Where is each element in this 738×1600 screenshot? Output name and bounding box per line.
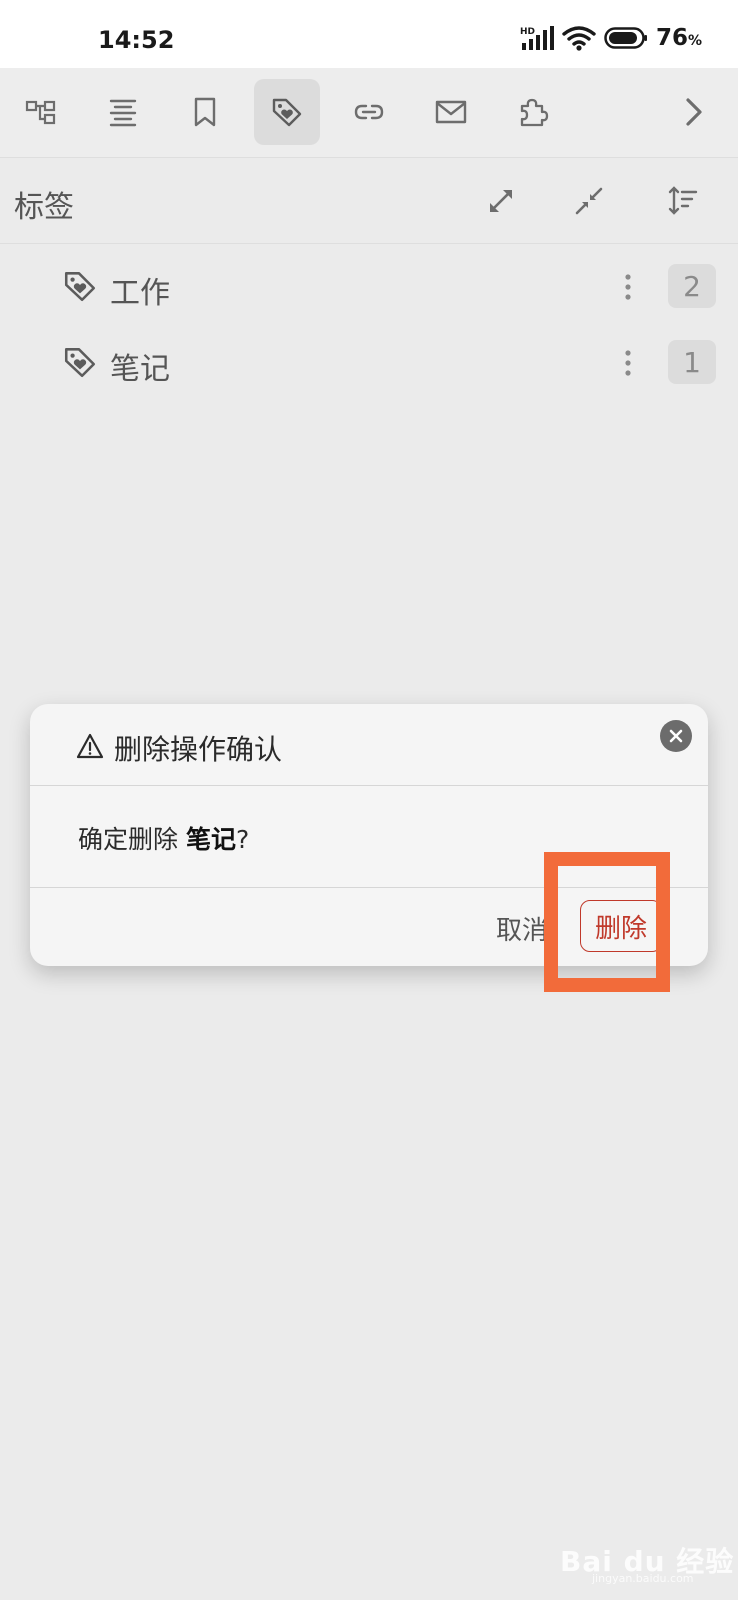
document-button[interactable] [90,79,156,145]
dialog-target-name: 笔记 [185,825,236,854]
highlight-box [544,852,670,992]
signal-icon: HD [520,26,554,50]
battery-level: 76% [655,25,702,51]
tags-button[interactable] [254,79,320,145]
bookmark-button[interactable] [172,79,238,145]
tag-count-badge: 2 [668,264,716,308]
bookmark-icon [194,97,216,127]
link-icon [354,104,384,120]
more-vertical-icon[interactable] [620,272,636,302]
chevron-right-icon [686,98,702,126]
status-time: 14:52 [98,26,175,54]
align-center-icon [109,99,137,127]
toolbar-next-button[interactable] [660,79,726,145]
more-vertical-icon[interactable] [620,348,636,378]
tag-heart-icon [64,348,96,378]
tag-count-badge: 1 [668,340,716,384]
tag-row-notes[interactable]: 笔记 1 [0,326,738,398]
status-indicators: HD 76% [520,24,702,52]
close-icon [669,729,683,743]
tag-row-work[interactable]: 工作 2 [0,250,738,322]
battery-icon [604,27,647,49]
mail-button[interactable] [418,79,484,145]
tag-label: 工作 [110,276,170,311]
puzzle-icon [520,98,549,127]
collapse-icon [575,187,603,215]
tag-heart-icon [64,272,96,302]
tag-label: 笔记 [110,352,170,387]
expand-icon [490,190,512,212]
plugins-button[interactable] [500,79,566,145]
collapse-all-button[interactable] [566,178,612,224]
sort-button[interactable] [660,178,706,224]
outline-tree-icon [25,100,56,125]
mail-icon [435,100,467,124]
status-bar: 14:52 HD 76% [0,0,738,68]
dialog-title: 删除操作确认 [114,733,283,766]
dialog-message: 确定删除 笔记? [78,825,250,854]
baidu-watermark-url: jingyan.baidu.com [592,1572,694,1585]
dialog-header: 删除操作确认 [30,704,708,786]
toolbar [0,68,738,158]
warning-icon [76,733,104,759]
cancel-button[interactable]: 取消 [496,910,548,947]
dialog-close-button[interactable] [660,720,692,752]
panel-title: 标签 [14,190,74,225]
tag-heart-icon [272,98,302,127]
sort-icon [668,186,698,215]
outline-button[interactable] [8,79,74,145]
links-button[interactable] [336,79,402,145]
panel-header: 标签 [0,158,738,244]
expand-all-button[interactable] [478,178,524,224]
wifi-icon [562,26,596,51]
network-label: HD [520,27,535,37]
